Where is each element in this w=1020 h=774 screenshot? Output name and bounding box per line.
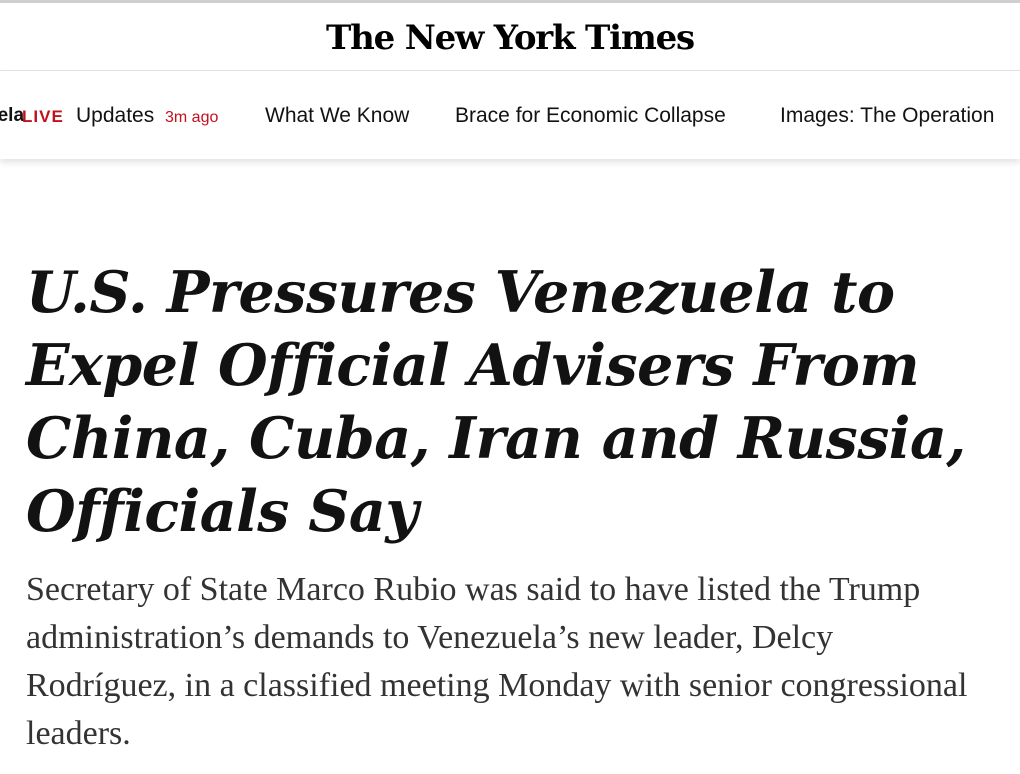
article-headline[interactable]: U.S. Pressures Venezuela to Expel Offici… <box>26 256 1006 548</box>
nav-item-what-we-know[interactable]: What We Know <box>265 104 409 128</box>
masthead: The New York Times <box>0 3 1020 71</box>
nav-item-truncated[interactable]: uela <box>0 104 24 128</box>
nav-item-economic-collapse[interactable]: Brace for Economic Collapse <box>455 104 726 128</box>
article-summary: Secretary of State Marco Rubio was said … <box>26 571 968 752</box>
live-updates-link[interactable]: Updates <box>76 104 154 128</box>
story-nav-bar: uela LIVE Updates 3m ago What We Know Br… <box>0 71 1020 159</box>
live-timestamp: 3m ago <box>165 109 219 126</box>
nyt-logo[interactable]: The New York Times <box>326 18 695 58</box>
nav-item-images-operation[interactable]: Images: The Operation <box>780 104 994 128</box>
live-label[interactable]: LIVE <box>22 106 64 128</box>
